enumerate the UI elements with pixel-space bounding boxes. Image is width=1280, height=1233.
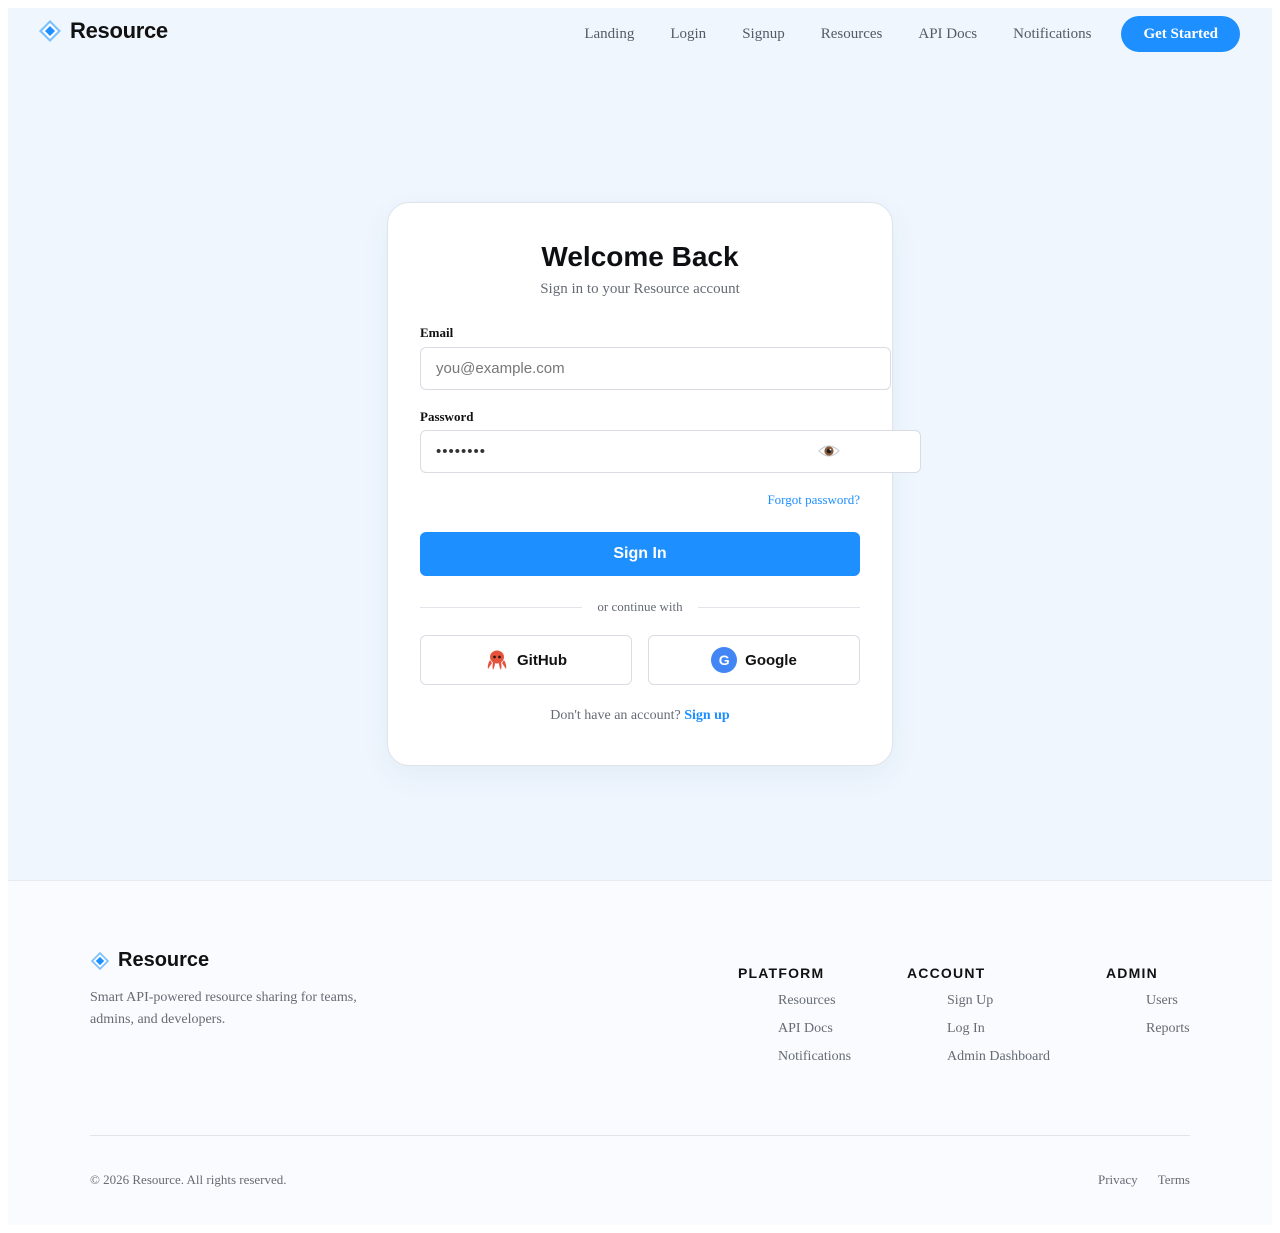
main-area: Resource Landing Login Signup Resources … [8,8,1272,880]
brand[interactable]: Resource [38,18,168,44]
password-label: Password [420,409,474,424]
footer: Resource Smart API-powered resource shar… [8,880,1272,1225]
login-subtitle: Sign in to your Resource account [540,281,740,297]
privacy-link[interactable]: Privacy [1098,1172,1138,1188]
footer-column-platform: PLATFORM Resources API Docs Notification… [738,965,851,1065]
login-card: Welcome Back Sign in to your Resource ac… [387,202,921,766]
octopus-icon [487,650,507,670]
google-button[interactable]: G Google [648,635,860,685]
github-button[interactable]: GitHub [420,635,632,685]
brand-name: Resource [70,18,168,43]
sign-in-button[interactable]: Sign In [420,532,860,576]
footer-column-heading: PLATFORM [738,965,825,981]
footer-link-api-docs[interactable]: API Docs [778,1021,851,1037]
footer-link-resources[interactable]: Resources [778,993,851,1009]
login-title: Welcome Back [541,241,739,272]
footer-brand-name: Resource [118,949,210,971]
footer-link-reports[interactable]: Reports [1146,1021,1190,1037]
footer-column-heading: ADMIN [1106,965,1158,981]
or-divider: or continue with [420,599,860,615]
signup-prompt: Don't have an account? Sign up [388,708,892,724]
nav-links: Landing Login Signup Resources API Docs … [584,16,1240,52]
footer-column-account: ACCOUNT Sign Up Log In Admin Dashboard [907,965,1050,1065]
terms-link[interactable]: Terms [1158,1172,1190,1188]
divider-line-right [698,607,860,608]
nav-link-login[interactable]: Login [670,26,706,43]
get-started-button[interactable]: Get Started [1121,16,1240,52]
footer-link-log-in[interactable]: Log In [947,1021,1050,1037]
nav-link-notifications[interactable]: Notifications [1013,26,1091,43]
forgot-password-link[interactable]: Forgot password? [767,492,860,508]
footer-link-sign-up[interactable]: Sign Up [947,993,1050,1009]
sign-up-link[interactable]: Sign up [684,708,730,723]
eye-icon[interactable] [818,441,840,461]
copyright: © 2026 Resource. All rights reserved. [90,1172,287,1187]
email-label: Email [420,325,454,340]
footer-brand[interactable]: Resource [90,949,209,972]
top-navbar: Resource Landing Login Signup Resources … [8,8,1272,60]
no-account-text: Don't have an account? [550,708,681,723]
email-input[interactable] [420,347,891,390]
nav-link-api-docs[interactable]: API Docs [918,26,977,43]
footer-link-admin-dashboard[interactable]: Admin Dashboard [947,1049,1050,1065]
footer-link-users[interactable]: Users [1146,993,1190,1009]
nav-link-landing[interactable]: Landing [584,26,634,43]
footer-link-notifications[interactable]: Notifications [778,1049,851,1065]
google-g-icon: G [711,647,738,673]
footer-column-heading: ACCOUNT [907,965,986,981]
google-label: Google [745,651,797,669]
github-label: GitHub [517,651,567,669]
diamond-icon [39,20,61,42]
diamond-icon [90,951,110,970]
footer-divider [90,1135,1190,1136]
footer-tagline: Smart API-powered resource sharing for t… [90,990,357,1027]
nav-link-signup[interactable]: Signup [742,26,785,43]
legal-links: Privacy Terms [1098,1172,1190,1188]
password-input[interactable] [420,430,921,473]
footer-column-admin: ADMIN Users Reports [1106,965,1190,1037]
nav-link-resources[interactable]: Resources [821,26,883,43]
page: Resource Landing Login Signup Resources … [8,8,1272,1225]
